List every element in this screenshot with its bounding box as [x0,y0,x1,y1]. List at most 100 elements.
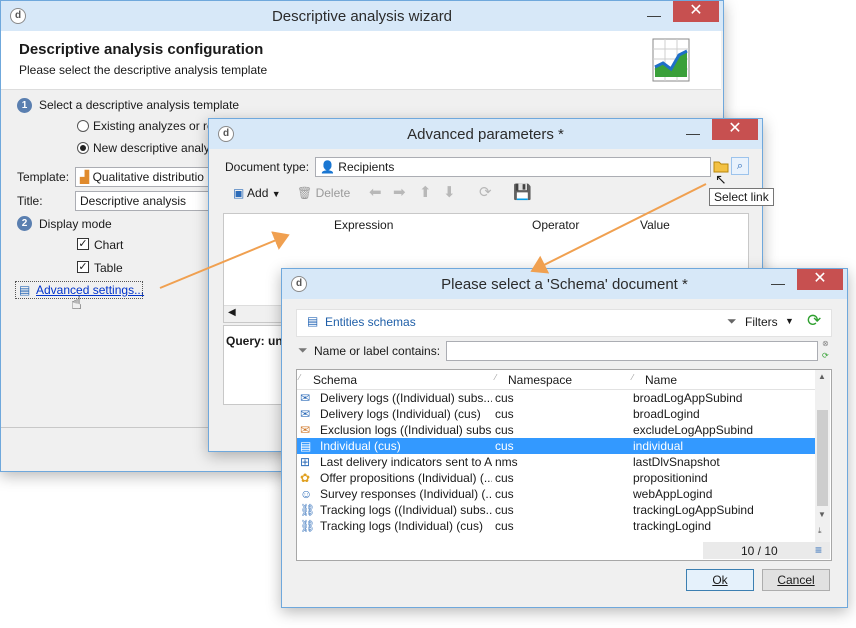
schema-cell-schema: Individual (cus) [320,439,401,453]
schema-cell-name: individual [633,439,684,453]
add-button[interactable]: ▣ Add ▼ [233,183,281,203]
column-value[interactable]: Value [640,218,670,232]
schema-row[interactable]: ▤ Individual (cus) cus individual [297,438,815,454]
schema-row[interactable]: ✉ Delivery logs ((Individual) subs... cus b… [297,390,815,406]
schema-cell-schema: Tracking logs (Individual) (cus) [320,519,483,533]
schema-cell-schema: Delivery logs ((Individual) subs... [320,391,492,405]
vertical-scrollbar[interactable]: ▲ ▼ ⤓ [815,370,830,542]
column-expression[interactable]: Expression [334,218,393,232]
chart-icon [651,37,691,83]
minimize-button[interactable]: — [765,275,791,293]
add-label: Add [247,186,269,200]
wizard-header-panel: Descriptive analysis configuration Pleas… [1,31,721,90]
scroll-thumb[interactable] [817,410,828,506]
tracking-log-icon: ⛓ [300,503,316,517]
template-field[interactable]: ▟ Qualitative distributio [75,167,211,187]
schema-select-window: d Please select a 'Schema' document * — … [281,268,848,608]
document-icon: ▤ [307,314,319,328]
schema-cell-namespace: cus [495,503,514,517]
wizard-subheading: Please select the descriptive analysis t… [19,63,268,77]
schema-row[interactable]: ⊞ Last delivery indicators sent to An nms l… [297,454,815,470]
schema-row[interactable]: ⛓ Tracking logs ((Individual) subs... cus t… [297,502,815,518]
title-label: Title: [17,194,43,208]
wizard-heading: Descriptive analysis configuration [19,41,264,58]
arrow-up-icon[interactable]: ⬆ [419,183,432,203]
advanced-toolbar: ▣ Add ▼ 🗑 Delete ⬅ ➡ ⬆ ⬇ ⟳ 💾 [223,183,553,205]
filter-input[interactable] [446,341,818,361]
scroll-bottom-icon[interactable]: ⤓ [818,526,822,536]
clear-filter-icon[interactable]: ⊗ [822,339,829,348]
existing-analyzes-radio[interactable] [77,120,89,132]
schema-list-header: ⁄ Schema ⁄ Namespace ⁄ Name [297,370,815,390]
existing-analyzes-label[interactable]: Existing analyzes or re [93,119,214,133]
chevron-down-icon: ▼ [271,189,281,199]
template-chart-icon: ▟ [80,170,90,184]
new-analysis-radio[interactable] [77,142,89,154]
schema-cell-namespace: cus [495,471,514,485]
scroll-up-icon[interactable]: ▲ [818,372,826,381]
schema-row[interactable]: ✉ Exclusion logs ((Individual) subs... cus… [297,422,815,438]
step-1-label: Select a descriptive analysis template [39,98,240,112]
list-options-icon[interactable]: ≡ [815,543,822,557]
sort-icon: ⁄ [299,373,301,382]
search-icon[interactable]: ⌕ [731,157,749,175]
scroll-down-icon[interactable]: ▼ [818,510,826,519]
refresh-icon[interactable]: ⟳ [807,311,821,331]
apply-filter-icon[interactable]: ⟳ [822,351,829,360]
arrow-down-icon[interactable]: ⬇ [443,183,456,203]
column-schema[interactable]: Schema [313,373,357,387]
schema-cell-name: trackingLogind [633,519,712,533]
minimize-button[interactable]: — [680,125,706,143]
arrow-right-icon[interactable]: ➡ [393,183,406,203]
minimize-button[interactable]: — [641,7,667,25]
save-icon[interactable]: 💾 [513,183,532,203]
offer-icon: ✿ [300,471,311,485]
schema-row[interactable]: ⛓ Tracking logs (Individual) (cus) cus trac… [297,518,815,534]
ok-button[interactable]: Ok [686,569,754,591]
schema-cell-schema: Last delivery indicators sent to An [320,455,492,469]
schema-title: Please select a 'Schema' document * [441,276,688,293]
filters-button[interactable]: Filters [745,315,778,329]
close-button[interactable]: ✕ [673,1,719,22]
schema-cell-namespace: cus [495,407,514,421]
clipboard-icon: ▤ [19,283,31,297]
schema-row[interactable]: ✉ Delivery logs (Individual) (cus) cus broa… [297,406,815,422]
column-name[interactable]: Name [645,373,677,387]
cancel-button[interactable]: Cancel [762,569,830,591]
document-type-value: Recipients [338,160,395,174]
schema-cell-namespace: nms [495,455,518,469]
filters-chevron-down-icon[interactable]: ▼ [785,316,794,326]
entities-schemas-link[interactable]: Entities schemas [325,315,416,329]
scroll-left-icon[interactable]: ◀ [228,307,236,318]
filter-funnel-icon: ⏷ [298,343,308,357]
advanced-settings-link[interactable]: Advanced settings... [36,283,144,297]
step-1-badge: 1 [17,98,32,113]
close-button[interactable]: ✕ [797,269,843,290]
schema-cell-schema: Tracking logs ((Individual) subs... [320,503,492,517]
schema-row[interactable]: ✿ Offer propositions (Individual) (... cus… [297,470,815,486]
step-2-badge: 2 [17,216,32,231]
hand-cursor-icon: ☝ [71,293,82,313]
exclusion-log-icon: ✉ [300,423,311,437]
schema-cell-name: trackingLogAppSubind [633,503,754,517]
document-type-field[interactable]: 👤 Recipients [315,157,711,177]
survey-icon: ☺ [300,487,313,501]
schema-cell-namespace: cus [495,391,514,405]
schema-rows: ✉ Delivery logs ((Individual) subs... cus b… [297,390,815,540]
table-checkbox[interactable]: ✓ [77,261,89,273]
schema-cell-schema: Offer propositions (Individual) (... [320,471,492,485]
arrow-left-icon[interactable]: ⬅ [369,183,382,203]
close-button[interactable]: ✕ [712,119,758,140]
delete-button[interactable]: 🗑 Delete [297,183,350,203]
template-value: Qualitative distributio [92,170,204,184]
chart-checkbox[interactable]: ✓ [77,238,89,250]
column-operator[interactable]: Operator [532,218,579,232]
new-analysis-label[interactable]: New descriptive analysi [93,141,218,155]
column-namespace[interactable]: Namespace [508,373,572,387]
schema-row[interactable]: ☺ Survey responses (Individual) (... cus we… [297,486,815,502]
record-count: 10 / 10 [741,544,778,558]
schema-cell-namespace: cus [495,519,514,533]
title-field[interactable]: Descriptive analysis [75,191,211,211]
refresh-icon[interactable]: ⟳ [479,183,492,203]
schema-cell-schema: Survey responses (Individual) (... [320,487,492,501]
